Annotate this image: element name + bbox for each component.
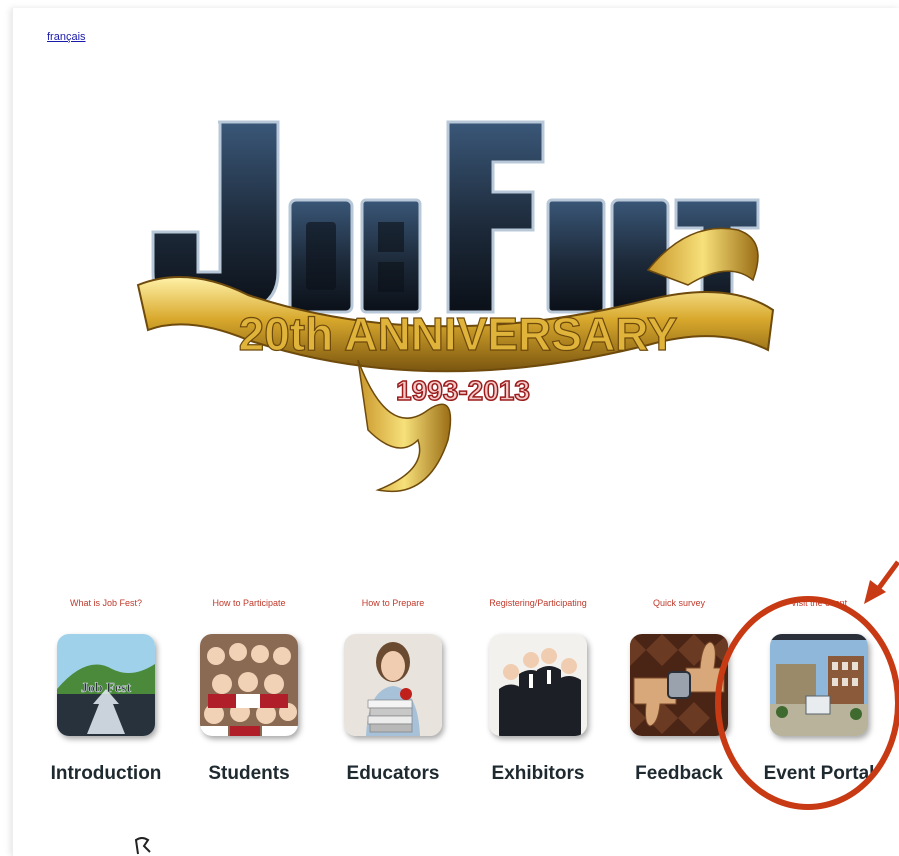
partial-logo-icon [134, 837, 151, 855]
students-crowd-icon[interactable] [200, 634, 298, 736]
nav-label[interactable]: Students [187, 763, 311, 785]
nav-caption: How to Participate [212, 598, 286, 608]
nav-exhibitors[interactable]: Registering/Participating Exhibitors [476, 598, 600, 785]
nav-introduction[interactable]: What is Job Fest? Job Fest Introduction [44, 598, 168, 785]
nav-educators[interactable]: How to Prepare Educators [331, 598, 455, 785]
years-text: 1993-2013 [396, 375, 530, 406]
nav-caption: Quick survey [652, 598, 705, 608]
nav-label[interactable]: Exhibitors [476, 763, 600, 785]
jobfest-logo: 20th ANNIVERSARY 1993-2013 [128, 110, 778, 510]
educator-books-icon[interactable] [344, 634, 442, 736]
language-link[interactable]: français [47, 31, 86, 43]
nav-caption: Registering/Participating [489, 598, 587, 608]
nav-label[interactable]: Feedback [617, 763, 741, 785]
road-arrows-icon[interactable]: Job Fest [57, 634, 155, 736]
nav-label[interactable]: Educators [331, 763, 455, 785]
nav-label[interactable]: Introduction [44, 763, 168, 785]
nav-students[interactable]: How to Participate Students [187, 598, 311, 785]
thumbs-icon[interactable] [630, 634, 728, 736]
svg-text:Job Fest: Job Fest [81, 681, 132, 696]
banner-text: 20th ANNIVERSARY [239, 308, 678, 360]
annotation-arrow-icon [864, 560, 899, 604]
nav-caption: What is Job Fest? [69, 598, 143, 608]
business-people-icon[interactable] [489, 634, 587, 736]
annotation-circle [715, 596, 899, 810]
nav-caption: How to Prepare [361, 598, 425, 608]
